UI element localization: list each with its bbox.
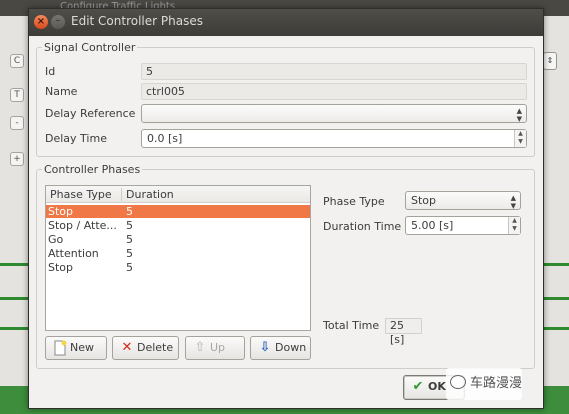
spin-buttons[interactable]: ▲ ▼ [508,217,520,234]
background-tab[interactable]: T [10,88,24,102]
phase-type-cell: Stop / Atte... [48,219,117,232]
duration-cell: 5 [126,205,133,218]
background-expand-icon[interactable]: + [10,152,24,166]
duration-time-value: 5.00 [s] [411,219,454,232]
delete-button[interactable]: ✕ Delete [112,336,179,360]
watermark-text: 车路漫漫 [470,376,523,391]
phase-type-label: Phase Type [323,195,385,208]
delay-time-label: Delay Time [45,132,107,145]
duration-time-spinbox[interactable]: 5.00 [s] ▲ ▼ [405,216,521,235]
phase-list-header: Phase Type Duration [46,186,310,203]
duration-cell: 5 [126,261,133,274]
duration-cell: 5 [126,219,133,232]
combo-arrows-icon: ▲ ▼ [510,194,516,210]
background-right-panel [540,16,569,414]
phase-list[interactable]: Phase Type Duration Stop 5 Stop / Atte..… [45,185,311,331]
new-button-label: New [70,341,94,354]
phase-row[interactable]: Attention 5 [46,247,310,260]
new-button[interactable]: New [45,336,107,360]
new-document-icon [52,340,68,356]
close-icon[interactable]: × [34,15,48,29]
duration-cell: 5 [126,247,133,260]
spin-up-icon[interactable]: ▲ [515,130,526,138]
edit-controller-phases-dialog: × – Edit Controller Phases Signal Contro… [28,8,544,409]
duration-cell: 5 [126,233,133,246]
delay-time-spinbox[interactable]: 0.0 [s] ▲ ▼ [141,129,527,148]
dialog-title: Edit Controller Phases [71,14,203,28]
phase-row[interactable]: Stop / Atte... 5 [46,219,310,232]
phase-row[interactable]: Go 5 [46,233,310,246]
phase-type-cell: Stop [48,205,74,218]
up-button-label: Up [210,341,226,354]
column-phase-type[interactable]: Phase Type [50,188,112,201]
phase-type-value: Stop [411,194,437,207]
total-time-label: Total Time [323,319,380,332]
ok-button-label: OK [428,380,446,393]
watermark: 车路漫漫 [446,368,522,400]
wechat-icon [450,375,466,389]
phase-type-cell: Go [48,233,64,246]
spin-up-icon[interactable]: ▲ [509,217,520,225]
up-button[interactable]: ⇧ Up [185,336,245,360]
phase-row[interactable]: Stop 5 [46,205,310,218]
phase-type-cell: Attention [48,247,99,260]
combo-arrows-icon: ▲ ▼ [516,107,522,123]
arrow-up-icon: ⇧ [194,340,206,355]
controller-phases-group-title: Controller Phases [42,163,143,176]
delete-button-label: Delete [137,341,174,354]
background-collapse-icon[interactable]: - [10,116,24,130]
spin-down-icon[interactable]: ▼ [515,138,526,146]
phase-type-combo[interactable]: Stop ▲ ▼ [405,191,521,210]
signal-controller-group-title: Signal Controller [42,41,138,54]
name-field: ctrl005 [141,83,527,100]
total-time-value: 25 [s] [385,318,422,346]
minimize-icon[interactable]: – [51,15,65,29]
arrow-down-icon: ⇩ [259,340,271,355]
delay-time-value: 0.0 [s] [147,132,183,145]
duration-time-label: Duration Time [323,220,402,233]
spin-buttons[interactable]: ▲ ▼ [514,130,526,147]
phase-type-cell: Stop [48,261,74,274]
down-button[interactable]: ⇩ Down [250,336,311,360]
background-spin-icon[interactable]: ⇕ [543,52,557,70]
phase-row[interactable]: Stop 5 [46,261,310,274]
delay-reference-label: Delay Reference [45,107,136,120]
down-button-label: Down [275,341,307,354]
red-x-icon: ✕ [121,340,133,355]
background-tool-button[interactable]: C [10,54,24,68]
column-separator [121,188,122,201]
green-check-icon: ✔ [412,379,424,394]
delay-reference-combo[interactable]: ▲ ▼ [141,104,527,123]
column-duration[interactable]: Duration [126,188,174,201]
name-label: Name [45,85,78,98]
id-label: Id [45,65,56,78]
spin-down-icon[interactable]: ▼ [509,225,520,233]
dialog-titlebar: × – Edit Controller Phases [29,9,543,36]
id-field: 5 [141,63,527,80]
